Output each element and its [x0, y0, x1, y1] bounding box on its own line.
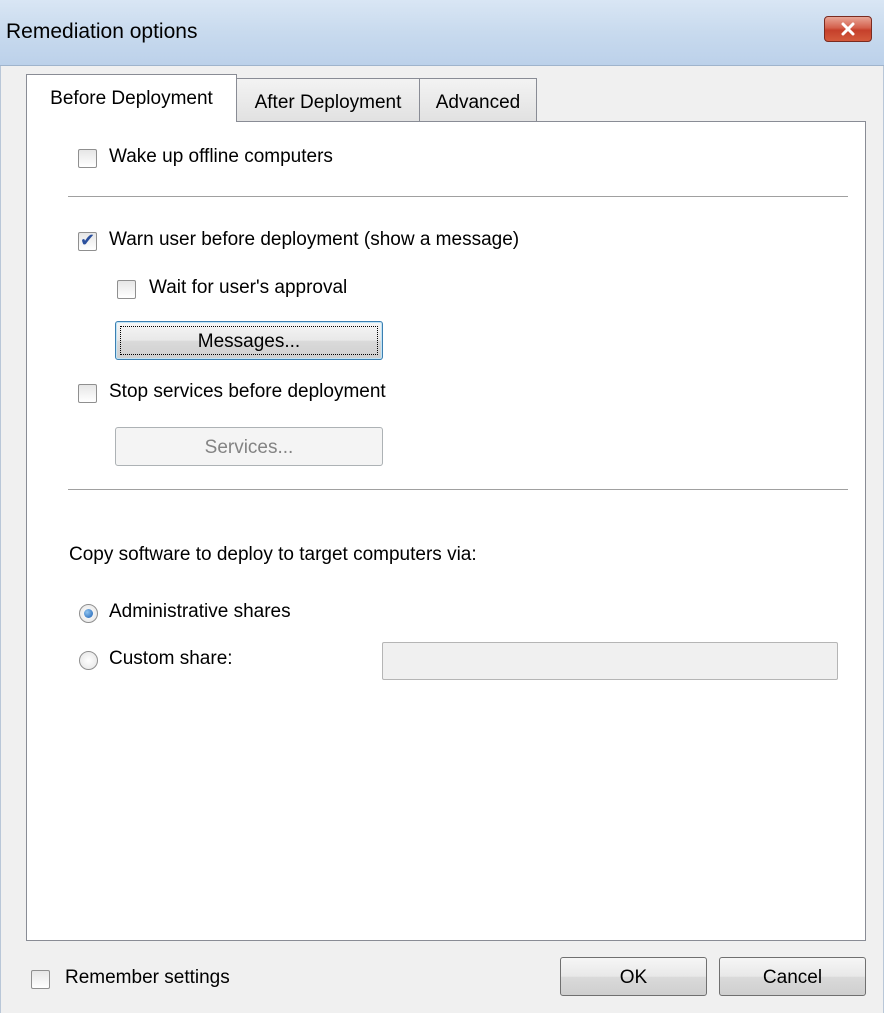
warn-user-checkbox[interactable]: [78, 230, 97, 251]
wait-approval-label: Wait for user's approval: [149, 277, 348, 298]
wait-approval-checkbox[interactable]: [117, 280, 136, 299]
services-button-label: Services...: [204, 437, 294, 458]
wake-up-checkbox[interactable]: [78, 149, 97, 168]
warn-user-label: Warn user before deployment (show a mess…: [109, 229, 520, 250]
custom-share-input[interactable]: [382, 642, 838, 680]
custom-share-label: Custom share:: [109, 648, 233, 669]
separator: [68, 489, 848, 490]
messages-button-label: Messages...: [197, 331, 301, 352]
messages-button[interactable]: Messages...: [115, 321, 383, 360]
remember-settings-label: Remember settings: [65, 967, 230, 988]
separator: [68, 196, 848, 197]
administrative-shares-radio[interactable]: [79, 604, 98, 623]
stop-services-checkbox[interactable]: [78, 384, 97, 403]
administrative-shares-label: Administrative shares: [109, 601, 291, 622]
cancel-button-label: Cancel: [762, 967, 823, 988]
cancel-button[interactable]: Cancel: [719, 957, 866, 996]
custom-share-radio[interactable]: [79, 651, 98, 670]
ok-button-label: OK: [619, 967, 648, 988]
remember-settings-checkbox[interactable]: [31, 970, 50, 989]
copy-heading: Copy software to deploy to target comput…: [69, 544, 477, 565]
ok-button[interactable]: OK: [560, 957, 707, 996]
wake-up-label: Wake up offline computers: [109, 146, 333, 167]
services-button[interactable]: Services...: [115, 427, 383, 466]
stop-services-label: Stop services before deployment: [109, 381, 386, 402]
